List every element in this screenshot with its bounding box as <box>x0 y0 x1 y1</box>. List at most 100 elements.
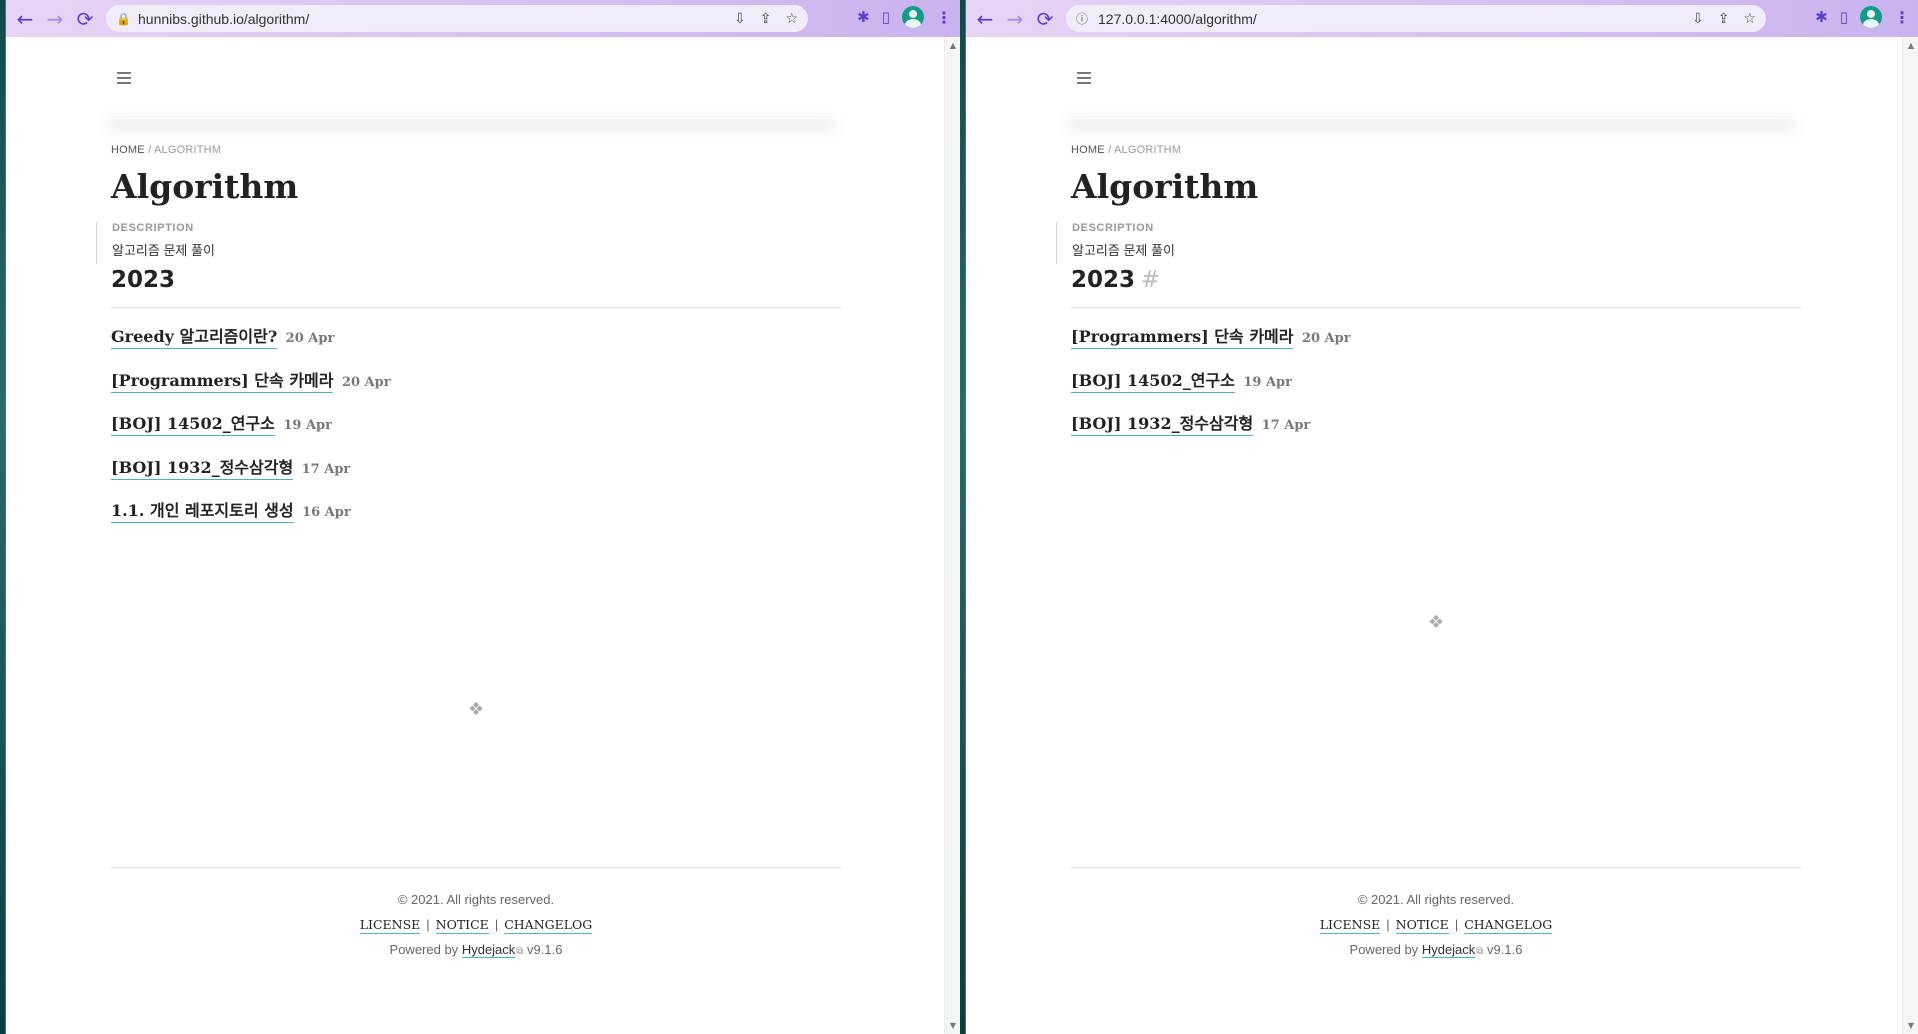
post-list-item: [BOJ] 1932_정수삼각형 17 Apr <box>111 454 391 498</box>
extensions-puzzle-icon[interactable]: ✱ <box>1815 8 1828 26</box>
breadcrumb-home-link[interactable]: HOME <box>111 144 145 156</box>
back-icon[interactable]: ← <box>970 4 1000 34</box>
url-text[interactable]: 127.0.0.1:4000/algorithm/ <box>1098 11 1692 27</box>
side-panel-icon[interactable]: ▯ <box>882 8 890 26</box>
browser-menu-icon[interactable]: ⋮ <box>1894 8 1910 27</box>
footer-license-link[interactable]: LICENSE <box>1319 917 1381 934</box>
browser-window-right: ← → ⟳ ⓘ 127.0.0.1:4000/algorithm/ ⇩ ⇪ ☆ … <box>965 0 1918 1034</box>
profile-avatar-icon[interactable] <box>902 6 924 28</box>
version-text: v9.1.6 <box>527 942 563 957</box>
address-bar[interactable]: 🔒 hunnibs.github.io/algorithm/ ⇩ ⇪ ☆ <box>106 5 808 32</box>
breadcrumb-current: ALGORITHM <box>154 144 222 156</box>
lock-icon[interactable]: 🔒 <box>116 12 131 26</box>
reload-icon[interactable]: ⟳ <box>1030 4 1060 34</box>
post-date: 20 Apr <box>341 374 391 390</box>
description-label: DESCRIPTION <box>1072 222 1154 234</box>
footer-separator: | <box>426 917 430 932</box>
scroll-down-icon[interactable]: ▼ <box>945 1021 960 1030</box>
ornament-icon: ❖ <box>468 699 485 720</box>
footer-changelog-link[interactable]: CHANGELOG <box>504 917 593 934</box>
browser-window-left: ← → ⟳ 🔒 hunnibs.github.io/algorithm/ ⇩ ⇪… <box>5 0 960 1034</box>
description-label: DESCRIPTION <box>112 222 194 234</box>
external-link-icon: ⧉ <box>1476 946 1484 957</box>
url-text[interactable]: hunnibs.github.io/algorithm/ <box>138 11 734 27</box>
browser-menu-icon[interactable]: ⋮ <box>936 8 952 27</box>
post-list: [Programmers] 단속 카메라 20 Apr [BOJ] 14502_… <box>1071 323 1351 454</box>
ornament-icon: ❖ <box>1428 612 1445 633</box>
forward-icon[interactable]: → <box>40 4 70 34</box>
description-text: 알고리즘 문제 풀이 <box>1072 243 1175 258</box>
footer-license-link[interactable]: LICENSE <box>359 917 421 934</box>
page-viewport: HOME / ALGORITHM Algorithm DESCRIPTION 알… <box>6 37 960 1034</box>
post-list-item: 1.1. 개인 레포지토리 생성 16 Apr <box>111 497 391 541</box>
footer-separator: | <box>1386 917 1390 932</box>
install-icon[interactable]: ⇩ <box>734 11 746 27</box>
footer-powered-by: Powered by Hydejack⧉ v9.1.6 <box>111 942 841 958</box>
post-list-item: [BOJ] 14502_연구소 19 Apr <box>111 410 391 454</box>
post-date: 17 Apr <box>1261 418 1311 433</box>
year-heading: 2023 # <box>1071 267 1160 293</box>
post-list-item: Greedy 알고리즘이란? 20 Apr <box>111 323 391 367</box>
breadcrumb: HOME / ALGORITHM <box>1071 144 1181 156</box>
post-list-item: [Programmers] 단속 카메라 20 Apr <box>1071 323 1351 367</box>
powered-prefix: Powered by <box>389 942 459 957</box>
side-panel-icon[interactable]: ▯ <box>1840 8 1848 26</box>
share-icon[interactable]: ⇪ <box>760 11 772 27</box>
reload-icon[interactable]: ⟳ <box>70 4 100 34</box>
vertical-scrollbar[interactable]: ▲ ▼ <box>1902 37 1918 1034</box>
post-link[interactable]: 1.1. 개인 레포지토리 생성 <box>111 501 294 523</box>
browser-toolbar: ← → ⟳ ⓘ 127.0.0.1:4000/algorithm/ ⇩ ⇪ ☆ … <box>966 0 1918 37</box>
year-text: 2023 <box>1071 267 1136 293</box>
profile-avatar-icon[interactable] <box>1860 6 1882 28</box>
scroll-down-icon[interactable]: ▼ <box>1903 1021 1918 1030</box>
hydejack-link[interactable]: Hydejack <box>461 942 516 958</box>
page-title: Algorithm <box>1071 167 1259 206</box>
hamburger-menu-icon[interactable] <box>117 72 131 87</box>
year-heading: 2023 <box>111 267 175 293</box>
footer-notice-link[interactable]: NOTICE <box>435 917 489 934</box>
scroll-up-icon[interactable]: ▲ <box>1903 41 1918 50</box>
version-text: v9.1.6 <box>1487 942 1523 957</box>
post-link[interactable]: [Programmers] 단속 카메라 <box>111 370 334 393</box>
footer-separator: | <box>1454 917 1459 932</box>
breadcrumb: HOME / ALGORITHM <box>111 144 221 156</box>
breadcrumb-home-link[interactable]: HOME <box>1071 144 1105 156</box>
footer-links: LICENSE | NOTICE | CHANGELOG <box>111 917 841 934</box>
year-text: 2023 <box>111 267 176 293</box>
footer-links: LICENSE | NOTICE | CHANGELOG <box>1071 917 1801 934</box>
post-link[interactable]: [BOJ] 14502_연구소 <box>111 414 275 436</box>
page-title: Algorithm <box>111 167 299 206</box>
post-date: 20 Apr <box>285 331 335 346</box>
post-link[interactable]: [Programmers] 단속 카메라 <box>1071 327 1294 349</box>
footer-changelog-link[interactable]: CHANGELOG <box>1464 917 1553 934</box>
share-icon[interactable]: ⇪ <box>1718 11 1730 27</box>
bookmark-star-icon[interactable]: ☆ <box>1743 11 1756 27</box>
footer-divider <box>111 867 841 868</box>
scroll-up-icon[interactable]: ▲ <box>945 41 960 50</box>
post-list-item: [BOJ] 1932_정수삼각형 17 Apr <box>1071 410 1351 454</box>
post-link[interactable]: [BOJ] 14502_연구소 <box>1071 370 1235 393</box>
post-link[interactable]: [BOJ] 1932_정수삼각형 <box>1071 414 1254 436</box>
post-link[interactable]: Greedy 알고리즘이란? <box>111 327 278 349</box>
year-anchor-link[interactable]: # <box>1141 267 1160 293</box>
post-list: Greedy 알고리즘이란? 20 Apr [Programmers] 단속 카… <box>111 323 391 541</box>
breadcrumb-current: ALGORITHM <box>1114 144 1182 156</box>
back-icon[interactable]: ← <box>10 4 40 34</box>
footer-separator: | <box>494 917 499 932</box>
extensions-puzzle-icon[interactable]: ✱ <box>857 8 870 26</box>
post-link[interactable]: [BOJ] 1932_정수삼각형 <box>111 457 294 480</box>
post-list-item: [BOJ] 14502_연구소 19 Apr <box>1071 367 1351 411</box>
bookmark-star-icon[interactable]: ☆ <box>785 11 798 27</box>
install-icon[interactable]: ⇩ <box>1692 11 1704 27</box>
hydejack-link[interactable]: Hydejack <box>1421 942 1476 958</box>
year-divider <box>111 307 841 308</box>
footer-notice-link[interactable]: NOTICE <box>1395 917 1449 934</box>
info-icon[interactable]: ⓘ <box>1076 10 1088 27</box>
forward-icon[interactable]: → <box>1000 4 1030 34</box>
address-bar[interactable]: ⓘ 127.0.0.1:4000/algorithm/ ⇩ ⇪ ☆ <box>1066 5 1766 32</box>
post-list-item: [Programmers] 단속 카메라 20 Apr <box>111 367 391 411</box>
footer-copyright: © 2021. All rights reserved. <box>397 892 555 907</box>
hamburger-menu-icon[interactable] <box>1077 72 1091 87</box>
footer-divider <box>1071 867 1801 868</box>
vertical-scrollbar[interactable]: ▲ ▼ <box>944 37 960 1034</box>
